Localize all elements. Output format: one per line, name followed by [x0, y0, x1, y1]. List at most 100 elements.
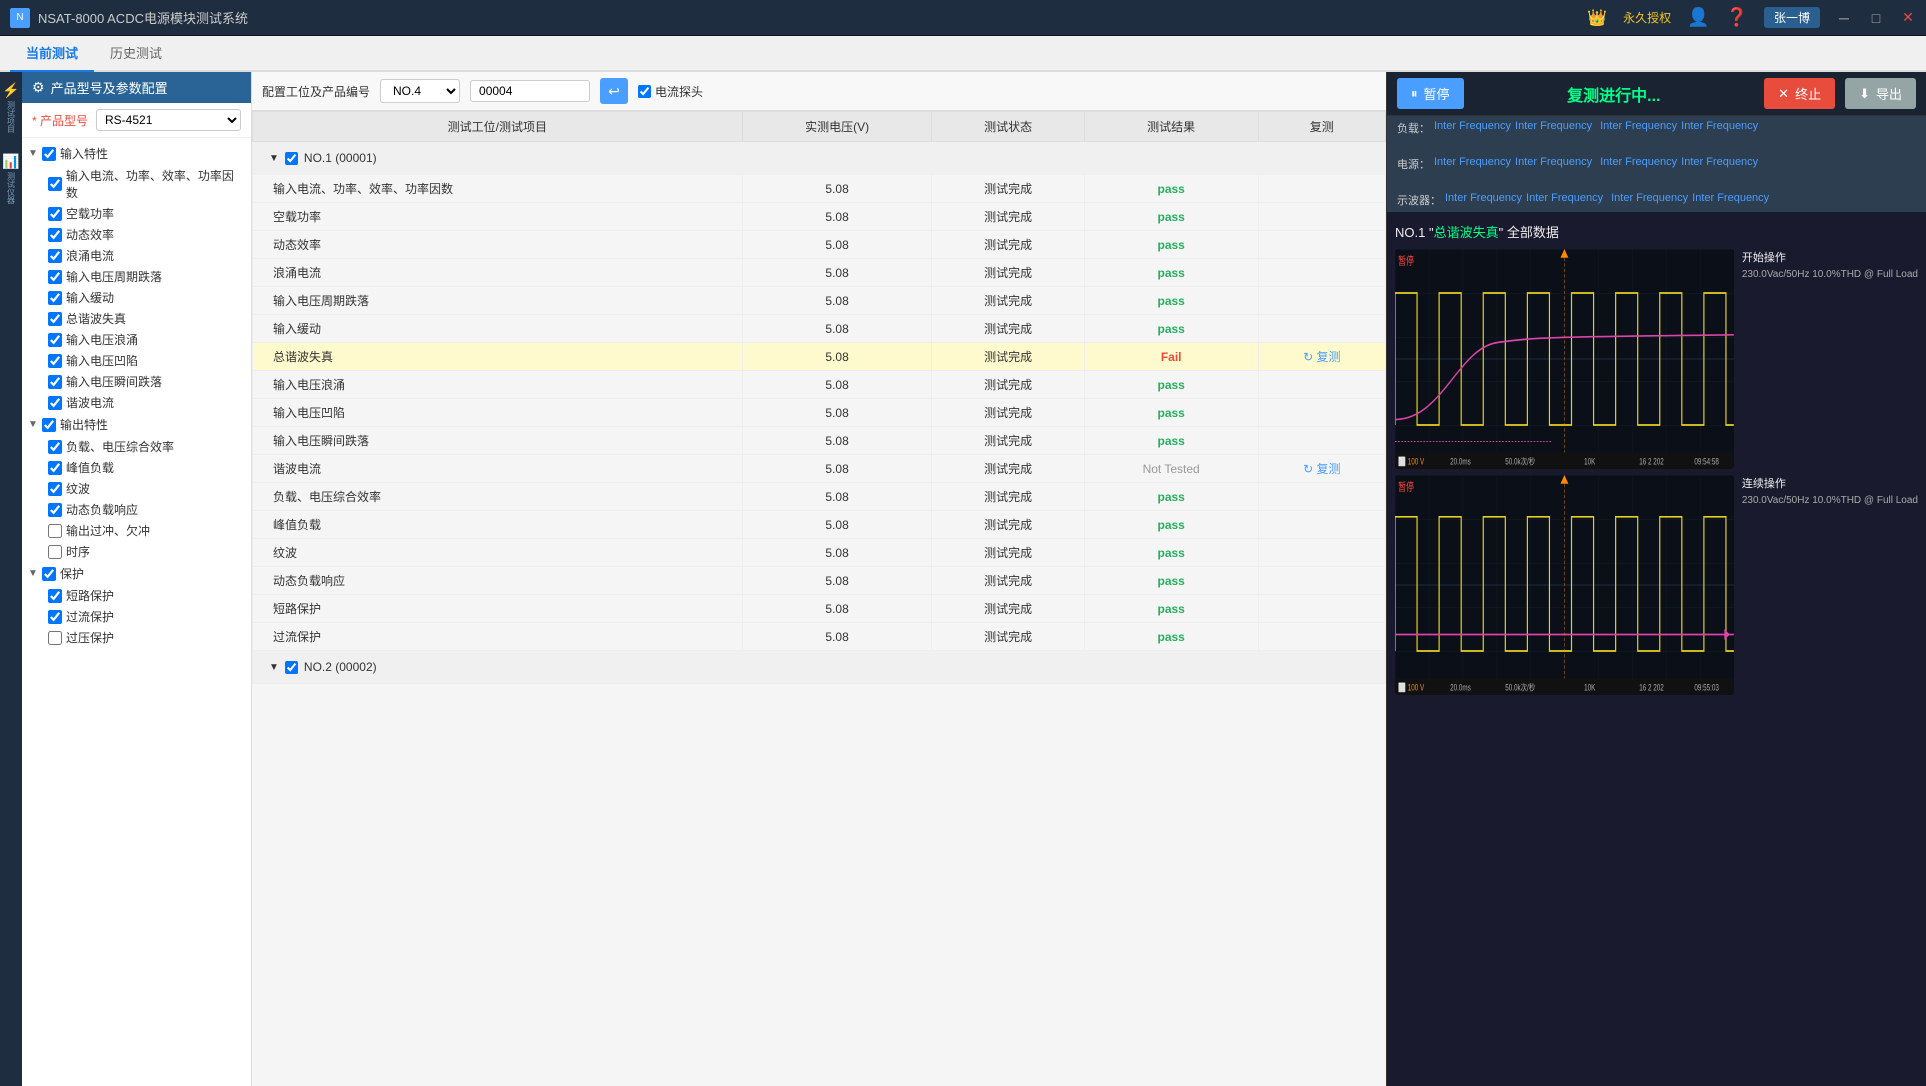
stop-button[interactable]: ✕ 终止 — [1764, 78, 1835, 109]
item-status: 测试完成 — [932, 511, 1084, 539]
cb-dynamic-eff[interactable] — [48, 228, 62, 242]
cb-output-overshoot[interactable] — [48, 524, 62, 538]
current-probe-checkbox[interactable] — [638, 85, 651, 98]
tree-child-output-overshoot[interactable]: 输出过冲、欠冲 — [42, 520, 251, 541]
cb-ripple[interactable] — [48, 482, 62, 496]
product-select[interactable]: RS-4521 — [96, 109, 241, 131]
tree-child-no-load[interactable]: 空载功率 — [42, 203, 251, 224]
tree-child-input-current[interactable]: 输入电流、功率、效率、功率因数 — [42, 165, 251, 203]
retest-button[interactable]: ↻ 复测 — [1303, 348, 1340, 365]
group-expand-no2[interactable]: ▼ — [269, 662, 279, 673]
cb-overvoltage[interactable] — [48, 631, 62, 645]
tree-child-load-volt[interactable]: 负载、电压综合效率 — [42, 436, 251, 457]
station-label: 配置工位及产品编号 — [262, 83, 370, 100]
cb-sequence[interactable] — [48, 545, 62, 559]
power-link-2[interactable]: Inter Frequency — [1515, 156, 1592, 172]
cb-thd[interactable] — [48, 312, 62, 326]
tree-child-thd[interactable]: 总谐波失真 — [42, 308, 251, 329]
group-checkbox-no1[interactable] — [285, 152, 298, 165]
tree-node-protection[interactable]: ▼ 保护 — [22, 562, 251, 585]
station-select[interactable]: NO.4 NO.1 NO.2 NO.3 NO.5 — [380, 79, 460, 103]
cb-short-circuit[interactable] — [48, 589, 62, 603]
cb-overcurrent[interactable] — [48, 610, 62, 624]
cb-load-volt[interactable] — [48, 440, 62, 454]
tree-child-surge[interactable]: 浪涌电流 — [42, 245, 251, 266]
load-link-4[interactable]: Inter Frequency — [1681, 120, 1758, 136]
col-header-status: 测试状态 — [932, 112, 1084, 142]
maximize-button[interactable]: □ — [1868, 10, 1884, 26]
cb-voltage-dip[interactable] — [48, 354, 62, 368]
osc-caption-1: 开始操作 230.0Vac/50Hz 10.0%THD @ Full Load — [1742, 249, 1918, 280]
minimize-button[interactable]: ─ — [1836, 10, 1852, 26]
power-link-3[interactable]: Inter Frequency — [1600, 156, 1677, 172]
tree-toggle-input[interactable]: ▼ — [28, 148, 42, 159]
cb-peak-load[interactable] — [48, 461, 62, 475]
pause-button[interactable]: ⏸ 暂停 — [1397, 78, 1464, 109]
retest-button-harmonic[interactable]: ↻ 复测 — [1303, 460, 1340, 477]
sidebar-item-test[interactable]: ⚡ 测试项目 — [2, 82, 19, 133]
item-status: 测试完成 — [932, 539, 1084, 567]
tree-child-harmonic[interactable]: 谐波电流 — [42, 392, 251, 413]
tree-child-slow-start[interactable]: 输入缓动 — [42, 287, 251, 308]
power-link-4[interactable]: Inter Frequency — [1681, 156, 1758, 172]
checkbox-output-char[interactable] — [42, 418, 56, 432]
export-icon: ⬇ — [1859, 86, 1870, 102]
tree-child-ripple[interactable]: 纹波 — [42, 478, 251, 499]
item-retest — [1258, 427, 1385, 455]
cb-surge[interactable] — [48, 249, 62, 263]
cb-voltage-surge[interactable] — [48, 333, 62, 347]
group-checkbox-no2[interactable] — [285, 661, 298, 674]
cb-voltage-drop[interactable] — [48, 270, 62, 284]
item-name: 空载功率 — [253, 203, 743, 231]
sidebar-item-instrument[interactable]: 📊 测试仪器 — [2, 153, 19, 204]
cb-harmonic[interactable] — [48, 396, 62, 410]
cb-no-load[interactable] — [48, 207, 62, 221]
checkbox-input-char[interactable] — [42, 147, 56, 161]
load-link-2[interactable]: Inter Frequency — [1515, 120, 1592, 136]
tree-toggle-protection[interactable]: ▼ — [28, 568, 42, 579]
item-status: 测试完成 — [932, 399, 1084, 427]
scope-link-3[interactable]: Inter Frequency — [1611, 192, 1688, 208]
left-panel: ⚙ 产品型号及参数配置 * 产品型号 RS-4521 ▼ 输入特性 输入电流、功… — [22, 72, 252, 1086]
close-button[interactable]: ✕ — [1900, 10, 1916, 26]
tree-child-dynamic-load[interactable]: 动态负载响应 — [42, 499, 251, 520]
tree-child-short-circuit[interactable]: 短路保护 — [42, 585, 251, 606]
product-code-input[interactable] — [470, 80, 590, 102]
item-retest — [1258, 511, 1385, 539]
tree-child-sequence[interactable]: 时序 — [42, 541, 251, 562]
test-table: 测试工位/测试项目 实测电压(V) 测试状态 测试结果 复测 ▼ — [252, 111, 1386, 684]
osc-screen-1: 暂停 ⬜ 100 V 20.0ms 50.0k次/秒 10K 16 2 202 … — [1395, 249, 1734, 469]
cb-dynamic-load[interactable] — [48, 503, 62, 517]
tree-child-voltage-drop[interactable]: 输入电压周期跌落 — [42, 266, 251, 287]
tree-child-dynamic-eff[interactable]: 动态效率 — [42, 224, 251, 245]
checkbox-protection[interactable] — [42, 567, 56, 581]
item-status: 测试完成 — [932, 623, 1084, 651]
cb-slow-start[interactable] — [48, 291, 62, 305]
tree-node-output-char[interactable]: ▼ 输出特性 — [22, 413, 251, 436]
scope-link-4[interactable]: Inter Frequency — [1692, 192, 1769, 208]
tree-child-voltage-surge[interactable]: 输入电压浪涌 — [42, 329, 251, 350]
tree-node-input-char[interactable]: ▼ 输入特性 — [22, 142, 251, 165]
user-button[interactable]: 张一博 — [1764, 7, 1820, 28]
tree-child-voltage-dip[interactable]: 输入电压凹陷 — [42, 350, 251, 371]
item-voltage: 5.08 — [742, 343, 932, 371]
tab-history-test[interactable]: 历史测试 — [94, 35, 178, 72]
load-link-3[interactable]: Inter Frequency — [1600, 120, 1677, 136]
scope-link-1[interactable]: Inter Frequency — [1445, 192, 1522, 208]
export-button[interactable]: ⬇ 导出 — [1845, 78, 1916, 109]
tree-toggle-output[interactable]: ▼ — [28, 419, 42, 430]
tree-child-overcurrent[interactable]: 过流保护 — [42, 606, 251, 627]
scope-link-2[interactable]: Inter Frequency — [1526, 192, 1603, 208]
tree-child-voltage-interrupt[interactable]: 输入电压瞬间跌落 — [42, 371, 251, 392]
item-result: pass — [1084, 427, 1258, 455]
item-status: 测试完成 — [932, 427, 1084, 455]
tab-current-test[interactable]: 当前测试 — [10, 35, 94, 72]
tree-child-overvoltage[interactable]: 过压保护 — [42, 627, 251, 648]
group-expand-no1[interactable]: ▼ — [269, 153, 279, 164]
tree-child-peak-load[interactable]: 峰值负载 — [42, 457, 251, 478]
cb-voltage-interrupt[interactable] — [48, 375, 62, 389]
load-link-1[interactable]: Inter Frequency — [1434, 120, 1511, 136]
power-link-1[interactable]: Inter Frequency — [1434, 156, 1511, 172]
refresh-button[interactable]: ↩ — [600, 78, 628, 104]
cb-input-current[interactable] — [48, 177, 62, 191]
